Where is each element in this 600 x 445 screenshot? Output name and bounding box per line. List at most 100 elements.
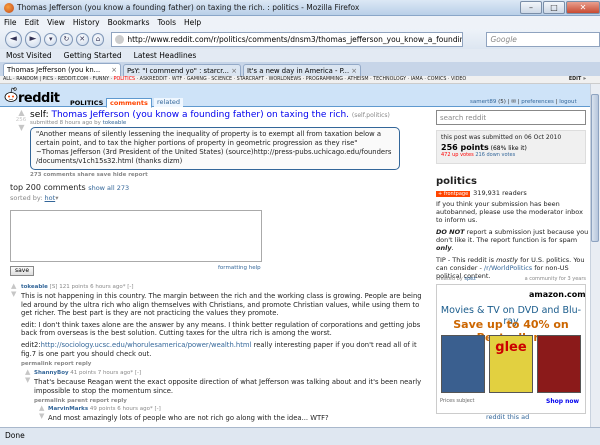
subreddit-links-post[interactable]: · ASKREDDIT · WTF · GAMING · SCIENCE · S… (135, 77, 467, 82)
logout-link[interactable]: logout (559, 99, 576, 105)
save-comment-button[interactable]: save (10, 266, 34, 276)
comment-paragraph: That's because Reagan went the exact opp… (34, 378, 422, 395)
dvd-cover-image[interactable] (537, 335, 581, 393)
comment-buttons[interactable]: permalink parent report reply (34, 398, 426, 404)
tab-new-day[interactable]: It's a new day in America - P... × (243, 64, 361, 76)
comment-edit-label: edit2: (21, 340, 41, 349)
reddit-logo[interactable]: reddit (18, 91, 60, 106)
sort-dropdown[interactable]: hot (45, 194, 56, 202)
worldpolitics-link[interactable]: /r/WorldPolitics (484, 264, 532, 272)
amazon-logo-suffix: .com (563, 290, 586, 299)
comment-upvote-icon[interactable]: ▲ (11, 283, 16, 290)
post-domain[interactable]: (self.politics) (352, 112, 390, 119)
ad-price-note: Prices subject (440, 398, 475, 404)
bookmark-latest-headlines[interactable]: Latest Headlines (134, 51, 197, 60)
subreddit-bar: ALL · RANDOM | PICS · REDDIT.COM · FUNNY… (0, 76, 600, 84)
sidebar-paragraph: DO NOT report a submission just because … (436, 228, 589, 252)
shop-now-link[interactable]: Shop now (546, 398, 579, 405)
comment-buttons[interactable]: permalink report reply (21, 361, 426, 367)
menu-file[interactable]: File (4, 18, 17, 27)
subreddit-edit-link[interactable]: EDIT » (565, 76, 586, 83)
navigation-toolbar: ◄ ► ▾ ↻ ✕ ⌂ http://www.reddit.com/r/poli… (0, 29, 600, 49)
comment-link[interactable]: http://sociology.ucsc.edu/whorulesameric… (41, 341, 252, 349)
post-self-prefix: self: (30, 110, 49, 120)
community-age: a community for 3 years (524, 276, 586, 282)
maximize-button[interactable]: □ (543, 1, 565, 14)
subreddit-link-politics[interactable]: POLITICS (114, 77, 136, 82)
reddit-this-ad-link[interactable]: reddit this ad (486, 413, 529, 421)
comment-author-link[interactable]: ShannyBoy (34, 370, 69, 376)
post-title[interactable]: self: Thomas Jefferson (you know a found… (30, 110, 390, 120)
sidebar-meta: + frontpage 319,931 readers (436, 189, 527, 197)
tab-label: It's a new day in America - P... (247, 66, 350, 75)
frontpage-button[interactable]: + frontpage (436, 191, 471, 197)
window-title: Thomas Jefferson (you know a founding fa… (17, 3, 360, 12)
post-downvote-icon[interactable]: ▼ (17, 124, 26, 132)
post-upvote-icon[interactable]: ▲ (17, 109, 26, 117)
comment-body: And most amazingly lots of people who ar… (48, 414, 426, 423)
comment-body: This is not happening in this country. T… (21, 292, 426, 358)
subreddit-links-pre[interactable]: ALL · RANDOM | PICS · REDDIT.COM · FUNNY… (3, 77, 114, 82)
comment-meta: 49 points 6 hours ago* [-] (88, 406, 161, 412)
points-value: 256 (441, 143, 458, 152)
post-title-link[interactable]: Thomas Jefferson (you know a founding fa… (51, 110, 349, 120)
menu-view[interactable]: View (47, 18, 65, 27)
reddit-alien-icon[interactable] (4, 86, 18, 104)
dvd-cover-image[interactable]: glee (489, 335, 533, 393)
comment-upvote-icon[interactable]: ▲ (25, 369, 30, 376)
comment-author-link[interactable]: MarvinMarks (48, 406, 88, 412)
back-button[interactable]: ◄ (5, 30, 22, 48)
tab-label: Thomas Jefferson (you kn... (7, 66, 101, 74)
bookmark-most-visited[interactable]: Most Visited (6, 51, 52, 60)
menu-bookmarks[interactable]: Bookmarks (108, 18, 150, 27)
reddit-search-input[interactable]: search reddit (436, 110, 586, 125)
menu-edit[interactable]: Edit (25, 18, 40, 27)
scrollbar-thumb[interactable] (591, 94, 599, 242)
post-author-link[interactable]: tokeable (103, 120, 127, 126)
dvd-cover-image[interactable] (441, 335, 485, 393)
comment-downvote-icon[interactable]: ▼ (25, 377, 30, 384)
post-buttons[interactable]: 273 comments share save hide report (30, 172, 148, 178)
comment-downvote-icon[interactable]: ▼ (11, 291, 16, 298)
tab-related[interactable]: related (154, 98, 183, 107)
tab-thomas-jefferson[interactable]: Thomas Jefferson (you kn... × (3, 63, 121, 76)
subreddit-title[interactable]: POLITICS (70, 99, 103, 107)
url-bar[interactable]: http://www.reddit.com/r/politics/comment… (111, 31, 464, 47)
menu-history[interactable]: History (73, 18, 100, 27)
tab-comments[interactable]: comments (106, 98, 152, 108)
tab-close-icon[interactable]: × (111, 66, 117, 74)
minimize-button[interactable]: – (520, 1, 542, 14)
menu-help[interactable]: Help (184, 18, 201, 27)
comment-upvote-icon[interactable]: ▲ (39, 405, 44, 412)
formatting-help-link[interactable]: formatting help (218, 265, 261, 271)
comment-author-link[interactable]: tokeable (21, 284, 48, 290)
comment: tokeable [S] 121 points 6 hours ago* [-]… (21, 284, 426, 367)
web-search-input[interactable]: Google (486, 31, 600, 47)
creator-link[interactable]: spez (464, 276, 475, 282)
comment-textarea[interactable] (10, 210, 262, 262)
forward-button[interactable]: ► (24, 30, 42, 48)
window-titlebar: Thomas Jefferson (you know a founding fa… (0, 0, 600, 16)
tab-starcraft[interactable]: PsY: "I commend yo" : starcr... × (123, 64, 241, 76)
show-all-link[interactable]: show all 273 (88, 184, 129, 192)
history-dropdown-button[interactable]: ▾ (44, 32, 58, 46)
chevron-down-icon[interactable]: ▾ (55, 194, 58, 202)
status-bar: Done (0, 427, 600, 445)
bookmark-getting-started[interactable]: Getting Started (64, 51, 122, 60)
user-karma: (5) (498, 99, 506, 105)
preferences-link[interactable]: preferences (521, 99, 554, 105)
comment-paragraph: This is not happening in this country. T… (21, 292, 422, 318)
sidebar-subreddit-title[interactable]: politics (436, 176, 477, 187)
tab-close-icon[interactable]: × (351, 67, 357, 75)
home-button[interactable]: ⌂ (91, 32, 105, 46)
reload-button[interactable]: ↻ (60, 32, 73, 46)
comment-downvote-icon[interactable]: ▼ (39, 413, 44, 420)
menu-tools[interactable]: Tools (158, 18, 176, 27)
username-link[interactable]: samert89 (470, 99, 496, 105)
tab-close-icon[interactable]: × (231, 67, 237, 75)
stop-button[interactable]: ✕ (75, 32, 89, 46)
sidebar-emphasis: only (436, 244, 452, 252)
amazon-logo[interactable]: amazon.com (529, 290, 586, 299)
close-window-button[interactable]: ✕ (566, 1, 600, 14)
comment-meta: 41 points 7 hours ago* [-] (68, 370, 142, 376)
